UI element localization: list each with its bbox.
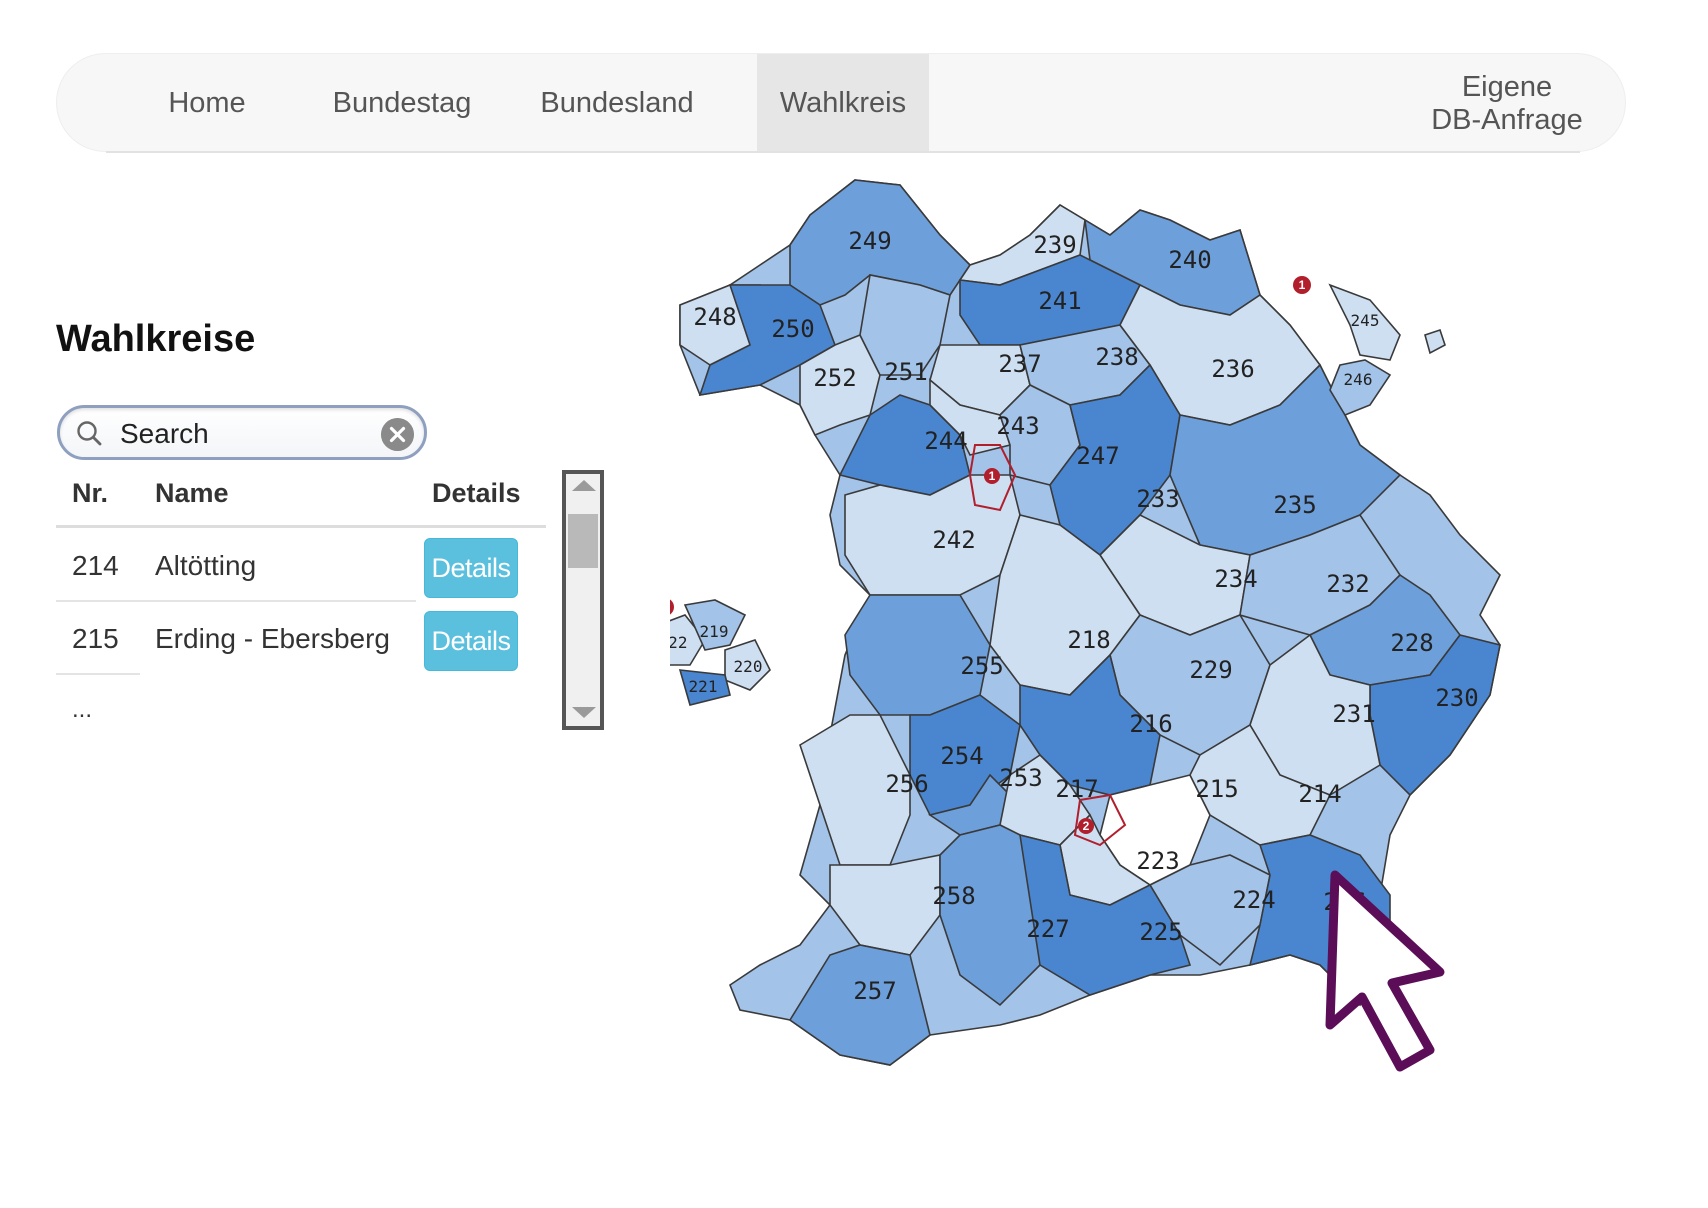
label-235: 235 bbox=[1273, 491, 1316, 519]
label-245: 245 bbox=[1351, 311, 1380, 330]
label-247: 247 bbox=[1076, 442, 1119, 470]
label-216: 216 bbox=[1129, 710, 1172, 738]
label-218: 218 bbox=[1067, 626, 1110, 654]
label-227: 227 bbox=[1026, 915, 1069, 943]
label-244: 244 bbox=[924, 427, 967, 455]
marker-2-inset-icon[interactable] bbox=[656, 598, 674, 616]
scroll-up-icon[interactable] bbox=[572, 480, 596, 491]
nav-db-query-line1: Eigene bbox=[1461, 70, 1553, 103]
column-header-nr: Nr. bbox=[72, 478, 109, 508]
label-221: 221 bbox=[689, 677, 718, 696]
label-249: 249 bbox=[848, 227, 891, 255]
row-divider bbox=[56, 600, 416, 602]
label-225: 225 bbox=[1139, 918, 1182, 946]
row-nr: 215 bbox=[72, 623, 119, 654]
label-217: 217 bbox=[1055, 775, 1098, 803]
label-222: 222 bbox=[670, 633, 687, 652]
marker-1-inset-label: 1 bbox=[1299, 278, 1306, 292]
label-231: 231 bbox=[1332, 700, 1375, 728]
label-253: 253 bbox=[999, 764, 1042, 792]
search-input[interactable] bbox=[118, 416, 362, 452]
table-scrollbar[interactable] bbox=[562, 470, 604, 730]
nav-home[interactable]: Home bbox=[147, 54, 267, 153]
label-250: 250 bbox=[771, 315, 814, 343]
label-251: 251 bbox=[884, 358, 927, 386]
page-title: Wahlkreise bbox=[56, 318, 256, 360]
row-nr: 214 bbox=[72, 550, 119, 581]
label-254: 254 bbox=[940, 742, 983, 770]
label-233: 233 bbox=[1136, 485, 1179, 513]
table-header-divider bbox=[56, 525, 546, 528]
row-name: Erding - Ebersberg bbox=[155, 623, 391, 654]
nav-divider bbox=[106, 151, 1580, 153]
label-243: 243 bbox=[996, 412, 1039, 440]
label-236: 236 bbox=[1211, 355, 1254, 383]
label-246: 246 bbox=[1344, 370, 1373, 389]
details-button[interactable]: Details bbox=[424, 611, 518, 671]
bavaria-map[interactable]: 1 1 2 2 249 239 240 248 250 241 245 246 … bbox=[644, 175, 1660, 1195]
clear-search-icon[interactable] bbox=[381, 418, 414, 451]
nav-db-query-line2: DB-Anfrage bbox=[1431, 103, 1583, 136]
label-232: 232 bbox=[1326, 570, 1369, 598]
label-252: 252 bbox=[813, 364, 856, 392]
row-divider bbox=[56, 673, 140, 675]
label-214: 214 bbox=[1298, 780, 1341, 808]
label-220: 220 bbox=[734, 657, 763, 676]
row-name: Altötting bbox=[155, 550, 257, 581]
wahlkreis-map[interactable]: 1 1 2 2 249 239 240 248 250 241 245 246 … bbox=[644, 175, 1660, 1195]
region-246-small[interactable] bbox=[1424, 328, 1446, 355]
label-255: 255 bbox=[960, 652, 1003, 680]
label-248: 248 bbox=[693, 303, 736, 331]
column-header-name: Name bbox=[155, 478, 229, 508]
nav-db-query[interactable]: Eigene DB-Anfrage bbox=[1412, 54, 1602, 153]
label-239: 239 bbox=[1033, 231, 1076, 259]
label-241: 241 bbox=[1038, 287, 1081, 315]
column-header-details: Details bbox=[432, 478, 521, 508]
nav-wahlkreis[interactable]: Wahlkreis bbox=[757, 54, 929, 153]
label-224: 224 bbox=[1232, 886, 1275, 914]
label-219: 219 bbox=[700, 622, 729, 641]
more-rows-ellipsis: ... bbox=[72, 696, 93, 723]
nav-bundestag[interactable]: Bundestag bbox=[307, 54, 497, 153]
label-258: 258 bbox=[932, 882, 975, 910]
label-257: 257 bbox=[853, 977, 896, 1005]
search-box bbox=[57, 405, 427, 460]
label-256: 256 bbox=[885, 770, 928, 798]
label-223: 223 bbox=[1136, 847, 1179, 875]
label-229: 229 bbox=[1189, 656, 1232, 684]
label-240: 240 bbox=[1168, 246, 1211, 274]
details-button[interactable]: Details bbox=[424, 538, 518, 598]
marker-1-label: 1 bbox=[989, 469, 996, 483]
label-228: 228 bbox=[1390, 629, 1433, 657]
label-237: 237 bbox=[998, 350, 1041, 378]
search-icon bbox=[77, 421, 102, 446]
label-238: 238 bbox=[1095, 343, 1138, 371]
scroll-down-icon[interactable] bbox=[572, 707, 596, 718]
main-navbar: Home Bundestag Bundesland Wahlkreis Eige… bbox=[56, 53, 1626, 153]
label-230: 230 bbox=[1435, 684, 1478, 712]
label-215: 215 bbox=[1195, 775, 1238, 803]
label-242: 242 bbox=[932, 526, 975, 554]
label-234: 234 bbox=[1214, 565, 1257, 593]
nav-bundesland[interactable]: Bundesland bbox=[517, 54, 717, 153]
scroll-thumb[interactable] bbox=[568, 514, 598, 568]
marker-2-label: 2 bbox=[1083, 819, 1090, 833]
